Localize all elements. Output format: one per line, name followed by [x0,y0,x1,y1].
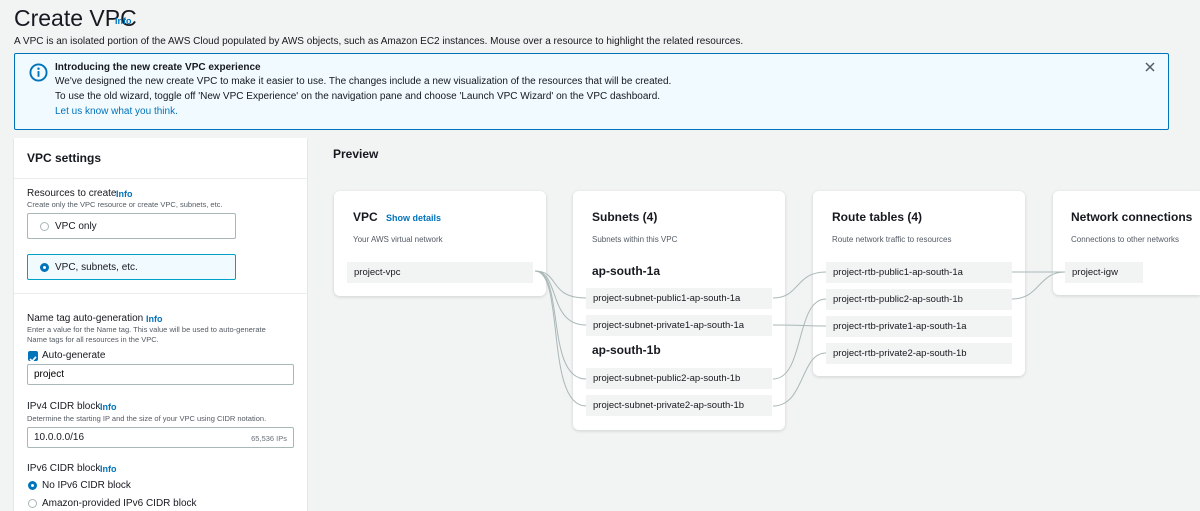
connector-lines [534,270,1066,407]
